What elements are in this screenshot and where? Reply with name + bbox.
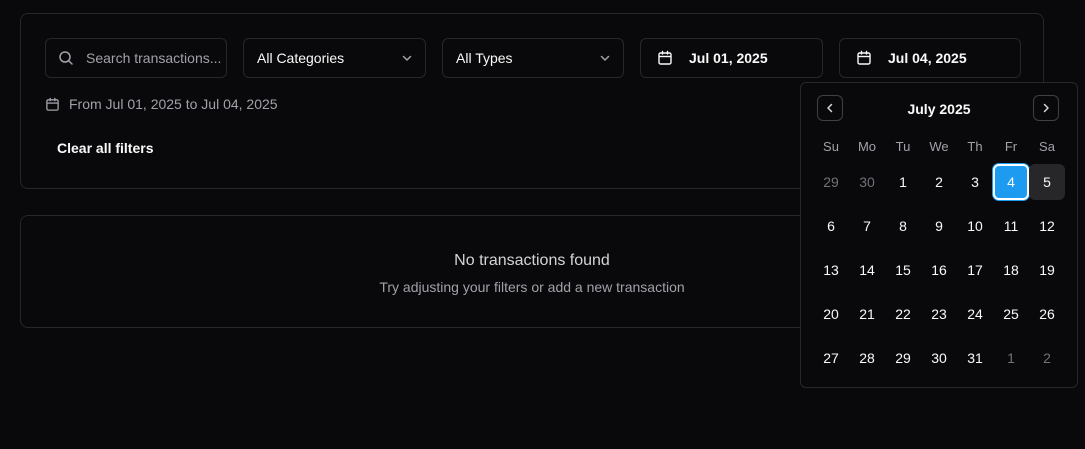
weekday-label: Mo xyxy=(857,139,877,154)
weekday-label: Su xyxy=(823,139,839,154)
calendar-day[interactable]: 28 xyxy=(849,340,885,376)
date-to-button[interactable]: Jul 04, 2025 xyxy=(839,38,1021,78)
weekday-label: We xyxy=(929,139,949,154)
weekday-label: Th xyxy=(967,139,983,154)
calendar-day[interactable]: 21 xyxy=(849,296,885,332)
calendar-day[interactable]: 18 xyxy=(993,252,1029,288)
chevron-down-icon xyxy=(599,52,611,64)
calendar-day[interactable]: 23 xyxy=(921,296,957,332)
category-select-value: All Categories xyxy=(257,50,345,66)
next-month-button[interactable] xyxy=(1033,95,1059,121)
clear-filters-button[interactable]: Clear all filters xyxy=(57,140,154,156)
calendar-day[interactable]: 22 xyxy=(885,296,921,332)
calendar-day[interactable]: 6 xyxy=(813,208,849,244)
search-placeholder: Search transactions... xyxy=(86,50,222,66)
calendar-day[interactable]: 16 xyxy=(921,252,957,288)
date-picker-popover: July 2025 Su Mo Tu We Th Fr Sa 29 30 1 2 3 4 5 6 7 8 9 10 1… xyxy=(800,82,1078,388)
weekday-label: Sa xyxy=(1039,139,1055,154)
chevron-right-icon xyxy=(1040,102,1052,114)
calendar-day[interactable]: 19 xyxy=(1029,252,1065,288)
calendar-icon xyxy=(856,50,872,66)
calendar-day[interactable]: 26 xyxy=(1029,296,1065,332)
calendar-day[interactable]: 11 xyxy=(993,208,1029,244)
search-input[interactable]: Search transactions... xyxy=(45,38,227,78)
calendar-day[interactable]: 15 xyxy=(885,252,921,288)
calendar-day[interactable]: 30 xyxy=(921,340,957,376)
calendar-day[interactable]: 2 xyxy=(921,164,957,200)
calendar-day[interactable]: 27 xyxy=(813,340,849,376)
calendar-day[interactable]: 13 xyxy=(813,252,849,288)
calendar-day[interactable]: 29 xyxy=(885,340,921,376)
calendar-day[interactable]: 24 xyxy=(957,296,993,332)
date-to-label: Jul 04, 2025 xyxy=(888,50,967,66)
type-select-value: All Types xyxy=(456,50,513,66)
calendar-icon xyxy=(657,50,673,66)
calendar-day[interactable]: 31 xyxy=(957,340,993,376)
date-from-label: Jul 01, 2025 xyxy=(689,50,768,66)
calendar-day-outside[interactable]: 30 xyxy=(849,164,885,200)
date-range-summary: From Jul 01, 2025 to Jul 04, 2025 xyxy=(45,96,278,112)
calendar-day-outside[interactable]: 1 xyxy=(993,340,1029,376)
calendar-day[interactable]: 1 xyxy=(885,164,921,200)
date-range-text: From Jul 01, 2025 to Jul 04, 2025 xyxy=(69,96,278,112)
calendar-day[interactable]: 14 xyxy=(849,252,885,288)
weekday-label: Fr xyxy=(1004,139,1018,154)
calendar-day[interactable]: 5 xyxy=(1029,164,1065,200)
chevron-down-icon xyxy=(401,52,413,64)
calendar-day[interactable]: 25 xyxy=(993,296,1029,332)
calendar-day-outside[interactable]: 29 xyxy=(813,164,849,200)
calendar-day[interactable]: 17 xyxy=(957,252,993,288)
calendar-day[interactable]: 12 xyxy=(1029,208,1065,244)
search-icon xyxy=(58,50,74,66)
calendar-day-outside[interactable]: 2 xyxy=(1029,340,1065,376)
calendar-day[interactable]: 9 xyxy=(921,208,957,244)
calendar-day[interactable]: 4 xyxy=(993,164,1029,200)
type-select[interactable]: All Types xyxy=(442,38,624,78)
calendar-day[interactable]: 20 xyxy=(813,296,849,332)
calendar-day[interactable]: 3 xyxy=(957,164,993,200)
category-select[interactable]: All Categories xyxy=(243,38,426,78)
calendar-day[interactable]: 8 xyxy=(885,208,921,244)
calendar-day[interactable]: 10 xyxy=(957,208,993,244)
date-from-button[interactable]: Jul 01, 2025 xyxy=(640,38,823,78)
calendar-icon xyxy=(45,97,60,112)
weekday-label: Tu xyxy=(895,139,911,154)
calendar-day[interactable]: 7 xyxy=(849,208,885,244)
